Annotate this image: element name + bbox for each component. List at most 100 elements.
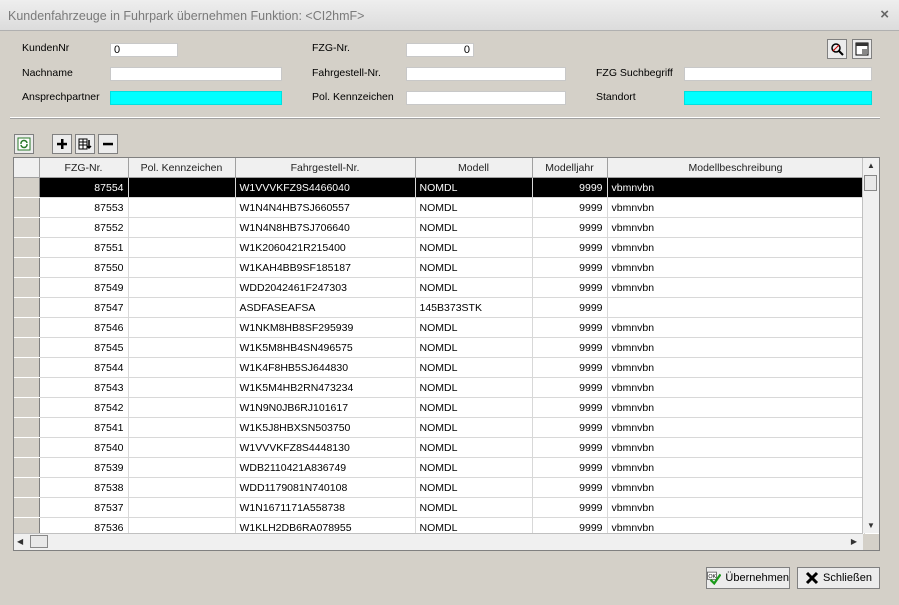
- cell-kennzeichen[interactable]: [128, 417, 236, 438]
- cell-fzg-nr[interactable]: 87545: [39, 337, 129, 358]
- cell-fahrgestell[interactable]: W1N4N4HB7SJ660557: [235, 197, 416, 218]
- column-header-fahrgestell[interactable]: Fahrgestell-Nr.: [235, 158, 416, 178]
- cell-modell[interactable]: 145B373STK: [415, 297, 533, 318]
- cell-modelljahr[interactable]: 9999: [532, 477, 608, 498]
- scroll-up-icon[interactable]: ▲: [867, 161, 875, 170]
- row-selector[interactable]: [14, 177, 40, 198]
- table-row[interactable]: 87538 WDD1179081N740108 NOMDL 9999 vbmnvbn: [14, 477, 865, 498]
- cell-modell[interactable]: NOMDL: [415, 457, 533, 478]
- cell-modell[interactable]: NOMDL: [415, 237, 533, 258]
- cell-kennzeichen[interactable]: [128, 337, 236, 358]
- column-header-modell[interactable]: Modell: [415, 158, 533, 178]
- cell-fzg-nr[interactable]: 87549: [39, 277, 129, 298]
- cell-fzg-nr[interactable]: 87538: [39, 477, 129, 498]
- cell-fzg-nr[interactable]: 87552: [39, 217, 129, 238]
- column-header-modelljahr[interactable]: Modelljahr: [532, 158, 608, 178]
- vertical-scrollbar[interactable]: ▲ ▼: [862, 158, 879, 533]
- column-header-modellbeschreibung[interactable]: Modellbeschreibung: [607, 158, 865, 178]
- cell-modellbeschreibung[interactable]: vbmnvbn: [607, 317, 865, 338]
- cell-fahrgestell[interactable]: W1K5M4HB2RN473234: [235, 377, 416, 398]
- cell-kennzeichen[interactable]: [128, 317, 236, 338]
- table-row[interactable]: 87544 W1K4F8HB5SJ644830 NOMDL 9999 vbmnvbn: [14, 357, 865, 378]
- cell-modellbeschreibung[interactable]: vbmnvbn: [607, 177, 865, 198]
- cell-fahrgestell[interactable]: W1NKM8HB8SF295939: [235, 317, 416, 338]
- cell-fahrgestell[interactable]: W1K5M8HB4SN496575: [235, 337, 416, 358]
- table-row[interactable]: 87543 W1K5M4HB2RN473234 NOMDL 9999 vbmnvbn: [14, 377, 865, 398]
- cell-fahrgestell[interactable]: W1K5J8HBXSN503750: [235, 417, 416, 438]
- row-selector[interactable]: [14, 377, 40, 398]
- cell-modell[interactable]: NOMDL: [415, 197, 533, 218]
- cell-fahrgestell[interactable]: W1K4F8HB5SJ644830: [235, 357, 416, 378]
- cell-fahrgestell[interactable]: WDD1179081N740108: [235, 477, 416, 498]
- cell-fzg-nr[interactable]: 87550: [39, 257, 129, 278]
- cell-fahrgestell[interactable]: W1KAH4BB9SF185187: [235, 257, 416, 278]
- table-row[interactable]: 87551 W1K2060421R215400 NOMDL 9999 vbmnvbn: [14, 237, 865, 258]
- close-window-icon[interactable]: ×: [880, 6, 889, 23]
- row-selector[interactable]: [14, 437, 40, 458]
- row-selector[interactable]: [14, 357, 40, 378]
- cell-fzg-nr[interactable]: 87554: [39, 177, 129, 198]
- cell-modellbeschreibung[interactable]: vbmnvbn: [607, 497, 865, 518]
- cell-kennzeichen[interactable]: [128, 297, 236, 318]
- cell-kennzeichen[interactable]: [128, 177, 236, 198]
- cell-kennzeichen[interactable]: [128, 457, 236, 478]
- table-row[interactable]: 87545 W1K5M8HB4SN496575 NOMDL 9999 vbmnvbn: [14, 337, 865, 358]
- cell-fahrgestell[interactable]: ASDFASEAFSA: [235, 297, 416, 318]
- cell-modellbeschreibung[interactable]: vbmnvbn: [607, 357, 865, 378]
- cell-modelljahr[interactable]: 9999: [532, 497, 608, 518]
- scroll-down-icon[interactable]: ▼: [867, 521, 875, 530]
- cell-kennzeichen[interactable]: [128, 257, 236, 278]
- standort-input[interactable]: [684, 91, 872, 105]
- cell-modellbeschreibung[interactable]: vbmnvbn: [607, 197, 865, 218]
- cell-fahrgestell[interactable]: W1VVVKFZ9S4466040: [235, 177, 416, 198]
- cell-fzg-nr[interactable]: 87540: [39, 437, 129, 458]
- cell-modellbeschreibung[interactable]: vbmnvbn: [607, 477, 865, 498]
- cell-kennzeichen[interactable]: [128, 397, 236, 418]
- cell-modellbeschreibung[interactable]: vbmnvbn: [607, 237, 865, 258]
- row-selector[interactable]: [14, 397, 40, 418]
- table-row[interactable]: 87552 W1N4N8HB7SJ706640 NOMDL 9999 vbmnvbn: [14, 217, 865, 238]
- row-selector[interactable]: [14, 457, 40, 478]
- cell-modellbeschreibung[interactable]: vbmnvbn: [607, 257, 865, 278]
- cell-kennzeichen[interactable]: [128, 217, 236, 238]
- cell-modell[interactable]: NOMDL: [415, 357, 533, 378]
- scroll-left-icon[interactable]: ◀: [17, 537, 23, 546]
- new-window-button[interactable]: [852, 39, 872, 59]
- row-selector[interactable]: [14, 477, 40, 498]
- cell-modelljahr[interactable]: 9999: [532, 297, 608, 318]
- cell-kennzeichen[interactable]: [128, 277, 236, 298]
- horizontal-scroll-thumb[interactable]: [30, 535, 48, 548]
- row-selector[interactable]: [14, 297, 40, 318]
- cell-modelljahr[interactable]: 9999: [532, 257, 608, 278]
- cell-fahrgestell[interactable]: W1VVVKFZ8S4448130: [235, 437, 416, 458]
- cell-fahrgestell[interactable]: WDD2042461F247303: [235, 277, 416, 298]
- cell-modell[interactable]: NOMDL: [415, 417, 533, 438]
- cell-fahrgestell[interactable]: WDB2110421A836749: [235, 457, 416, 478]
- cell-modelljahr[interactable]: 9999: [532, 197, 608, 218]
- cell-fahrgestell[interactable]: W1N1671171A558738: [235, 497, 416, 518]
- cell-kennzeichen[interactable]: [128, 437, 236, 458]
- fahrgestell-input[interactable]: [406, 67, 566, 81]
- cell-modellbeschreibung[interactable]: vbmnvbn: [607, 337, 865, 358]
- cell-modelljahr[interactable]: 9999: [532, 337, 608, 358]
- cell-modelljahr[interactable]: 9999: [532, 357, 608, 378]
- cell-modellbeschreibung[interactable]: vbmnvbn: [607, 217, 865, 238]
- table-row[interactable]: 87537 W1N1671171A558738 NOMDL 9999 vbmnvbn: [14, 497, 865, 518]
- cell-kennzeichen[interactable]: [128, 497, 236, 518]
- scroll-right-icon[interactable]: ▶: [851, 537, 857, 546]
- cell-modelljahr[interactable]: 9999: [532, 317, 608, 338]
- cell-modelljahr[interactable]: 9999: [532, 177, 608, 198]
- cell-modellbeschreibung[interactable]: [607, 297, 865, 318]
- column-header-kennzeichen[interactable]: Pol. Kennzeichen: [128, 158, 236, 178]
- row-selector[interactable]: [14, 277, 40, 298]
- cell-fzg-nr[interactable]: 87537: [39, 497, 129, 518]
- table-row[interactable]: 87549 WDD2042461F247303 NOMDL 9999 vbmnvbn: [14, 277, 865, 298]
- add-row-button[interactable]: [52, 134, 72, 154]
- nachname-input[interactable]: [110, 67, 282, 81]
- cell-modelljahr[interactable]: 9999: [532, 437, 608, 458]
- cell-modell[interactable]: NOMDL: [415, 477, 533, 498]
- cell-kennzeichen[interactable]: [128, 377, 236, 398]
- vertical-scroll-thumb[interactable]: [864, 175, 877, 191]
- cell-modellbeschreibung[interactable]: vbmnvbn: [607, 397, 865, 418]
- cell-kennzeichen[interactable]: [128, 237, 236, 258]
